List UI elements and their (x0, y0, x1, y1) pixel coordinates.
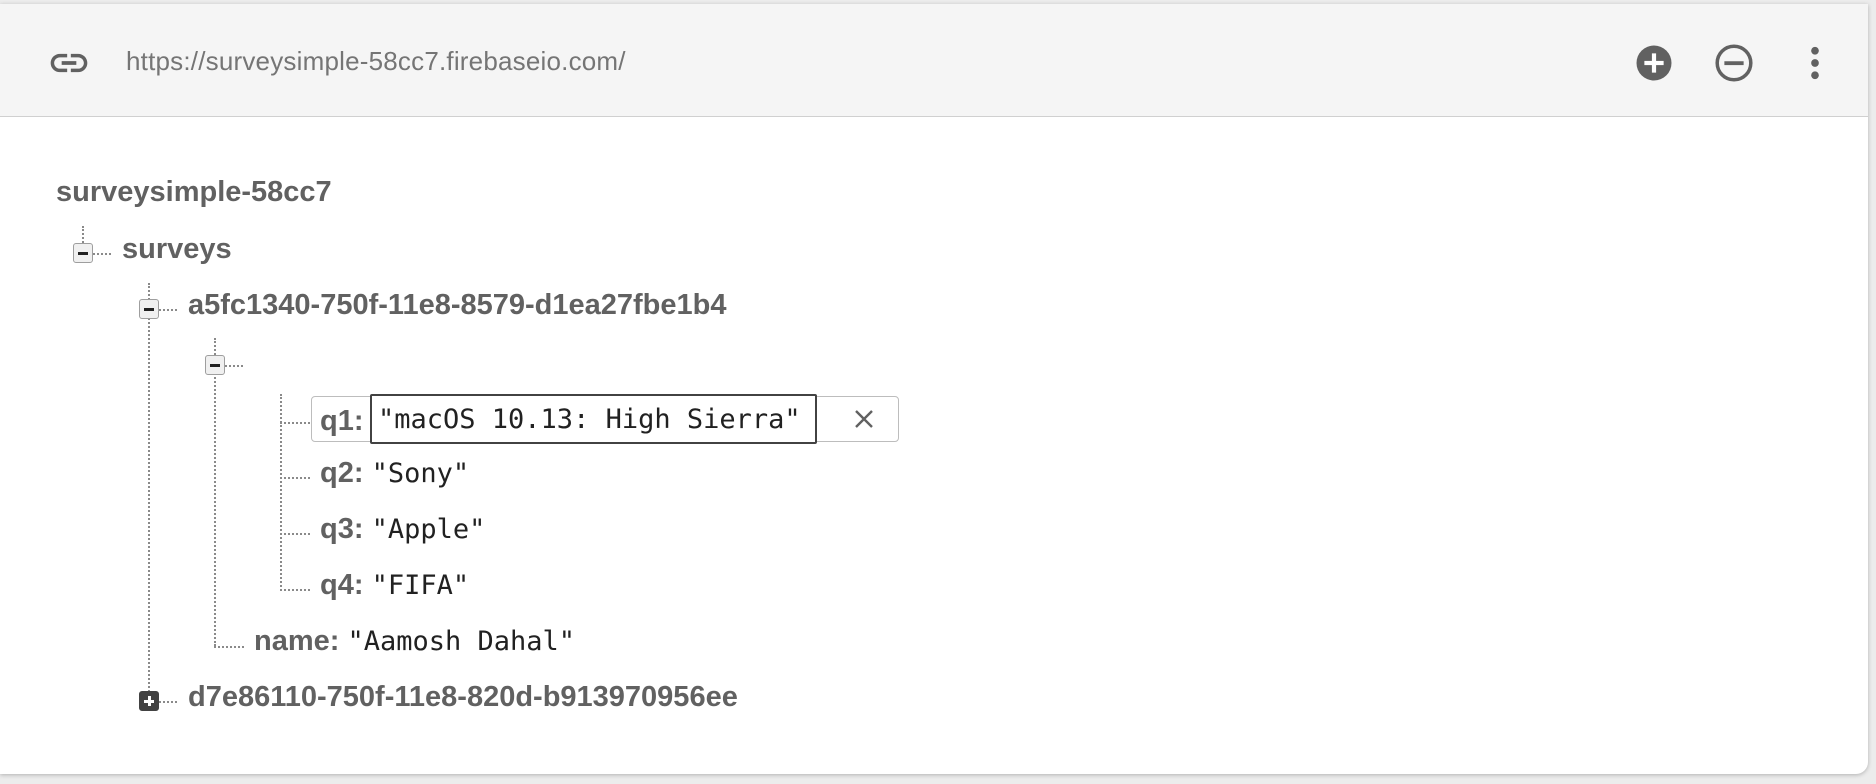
expand-toggle-survey-2[interactable] (139, 691, 159, 711)
tree-connector (280, 477, 310, 479)
tree-connector (280, 422, 310, 424)
close-icon[interactable] (852, 407, 876, 431)
tree-value-q2: "Sony" (371, 458, 470, 489)
tree-key-q4: q4: (320, 569, 364, 601)
minus-icon (78, 252, 88, 255)
tree-connector (148, 283, 150, 699)
collapse-toggle-survey-1[interactable] (139, 299, 159, 319)
value-edit-row-q1: q1: (311, 394, 899, 444)
tree-leaf-q3[interactable]: q3: "Apple" (320, 513, 485, 546)
data-tree: surveysimple-58cc7 surveys a5fc1340-750f… (0, 4, 1868, 774)
tree-value-name: "Aamosh Dahal" (347, 626, 576, 657)
tree-connector (225, 365, 243, 367)
tree-leaf-name[interactable]: name: "Aamosh Dahal" (254, 625, 575, 658)
tree-connector (159, 309, 177, 311)
tree-key-q3: q3: (320, 513, 364, 545)
tree-node-surveys[interactable]: surveys (122, 233, 232, 266)
tree-key-q2: q2: (320, 457, 364, 489)
database-panel: https://surveysimple-58cc7.firebaseio.co… (0, 4, 1868, 774)
tree-connector (214, 646, 244, 648)
minus-icon (210, 364, 220, 367)
value-input-q1[interactable] (370, 394, 817, 444)
tree-leaf-q2[interactable]: q2: "Sony" (320, 457, 469, 490)
tree-leaf-q4[interactable]: q4: "FIFA" (320, 569, 469, 602)
tree-value-q3: "Apple" (371, 514, 486, 545)
tree-root-node[interactable]: surveysimple-58cc7 (56, 176, 332, 209)
collapse-toggle-answers[interactable] (205, 355, 225, 375)
tree-node-survey-1[interactable]: a5fc1340-750f-11e8-8579-d1ea27fbe1b4 (188, 289, 726, 322)
tree-connector (159, 701, 177, 703)
tree-connector (214, 338, 216, 646)
tree-connector (280, 589, 310, 591)
tree-connector (280, 533, 310, 535)
tree-key-q1: q1: (320, 405, 364, 437)
tree-key-name: name: (254, 625, 340, 657)
tree-connector (93, 253, 111, 255)
collapse-toggle-surveys[interactable] (73, 243, 93, 263)
minus-icon (144, 308, 154, 311)
tree-node-survey-2[interactable]: d7e86110-750f-11e8-820d-b913970956ee (188, 681, 738, 714)
tree-value-q4: "FIFA" (371, 570, 470, 601)
